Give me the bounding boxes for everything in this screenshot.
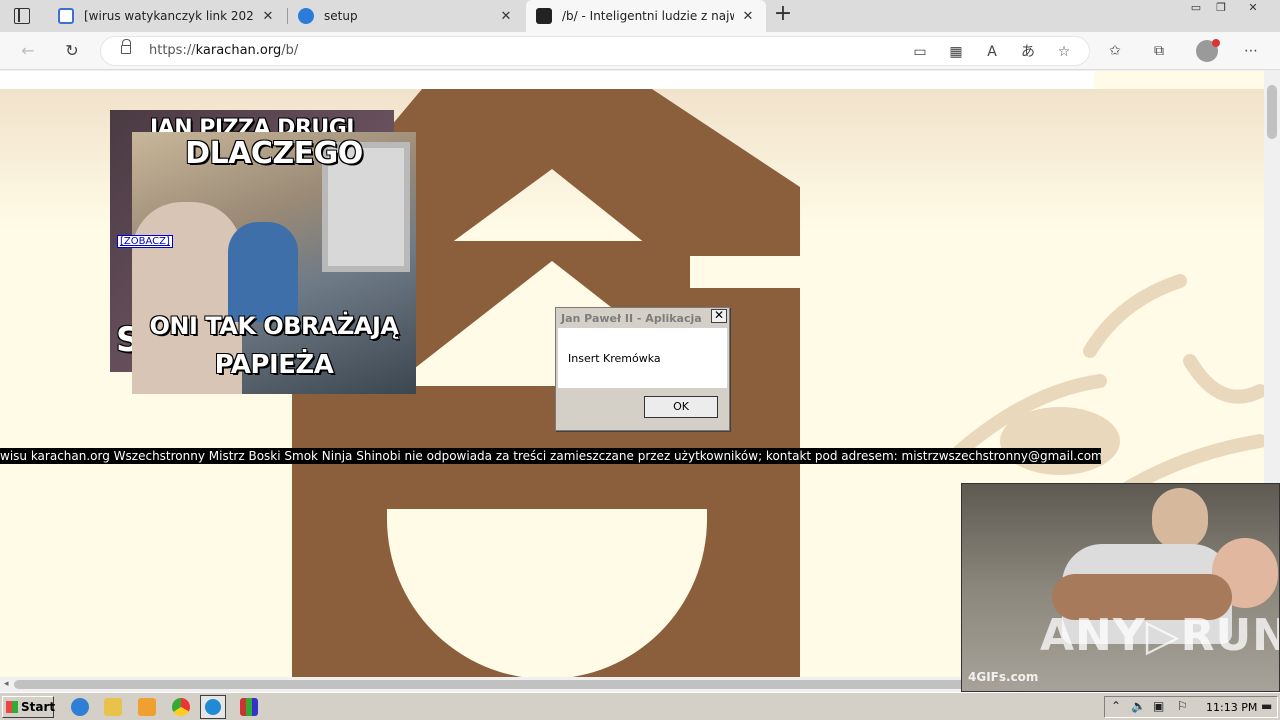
scrolling-disclaimer-ticker: wisu karachan.org Wszechstronny Mistrz B… [0, 448, 1101, 464]
show-desktop-icon[interactable]: ▬ [1261, 699, 1272, 713]
anyrun-watermark: ANY▷RUN [1040, 610, 1280, 661]
ok-button[interactable]: OK [644, 396, 718, 418]
page-favicon-icon [58, 8, 74, 24]
meme-caption: DLACZEGO [185, 136, 363, 171]
chrome-icon[interactable] [172, 698, 190, 716]
collections-icon[interactable]: ⧉ [1150, 42, 1168, 60]
windows-taskbar: Start ⌃ 🔈 ▣ ⚐ ▬ 11:13 PM [0, 692, 1280, 720]
tab-actions-icon[interactable] [14, 8, 30, 24]
scroll-left-icon[interactable]: ◂ [4, 679, 9, 689]
address-bar[interactable]: https://karachan.org/b/ ▭ ▦ A あ ☆ [100, 36, 1090, 66]
close-icon[interactable]: ✕ [711, 309, 727, 323]
vertical-scroll-thumb[interactable] [1267, 85, 1277, 139]
back-arrow-icon[interactable]: ← [16, 39, 40, 63]
profile-avatar[interactable] [1196, 39, 1220, 62]
tab-setup[interactable]: setup ✕ [288, 0, 524, 32]
tab-title: [wirus watykanczyk link 2024 dow [84, 9, 254, 23]
close-tab-icon[interactable]: ✕ [740, 9, 756, 24]
close-tab-icon[interactable]: ✕ [498, 9, 514, 24]
tab-title: setup [324, 9, 358, 23]
dialog-title: Jan Paweł II - Aplikacja [558, 310, 727, 328]
edge-icon [205, 699, 221, 715]
read-aloud-icon[interactable]: A [983, 43, 1001, 61]
meme-caption: ONI TAK OBRAŻAJĄ [149, 312, 399, 340]
meme-image-front[interactable]: DLACZEGO ONI TAK OBRAŻAJĄ PAPIEŻA [132, 132, 416, 394]
tab-title: /b/ - Inteligentni ludzie z najwyż [562, 9, 734, 23]
person-shape [228, 222, 298, 322]
close-tab-icon[interactable]: ✕ [260, 9, 276, 24]
alert-dialog: Jan Paweł II - Aplikacja ✕ Insert Kremów… [555, 307, 730, 431]
windows-flag-icon [6, 701, 18, 713]
new-tab-plus-icon[interactable]: + [772, 3, 794, 26]
restore-icon[interactable]: ❐ [1208, 0, 1234, 18]
minimize-icon[interactable]: ▭ [1183, 0, 1209, 18]
app-icon[interactable] [240, 698, 258, 716]
face-shape [1152, 488, 1208, 550]
refresh-icon[interactable]: ↻ [60, 39, 84, 63]
dialog-message-text: Insert Kremówka [568, 352, 661, 365]
network-icon[interactable]: ▣ [1153, 699, 1164, 713]
volume-icon[interactable]: 🔈 [1131, 699, 1146, 713]
start-label: Start [21, 700, 56, 714]
start-button[interactable]: Start [2, 696, 56, 718]
tab-karachan[interactable]: /b/ - Inteligentni ludzie z najwyż ✕ [526, 0, 766, 32]
url-text: https://karachan.org/b/ [149, 43, 299, 58]
meme-caption: PAPIEŻA [214, 350, 334, 380]
zobacz-link[interactable]: [ZOBACZ] [117, 235, 173, 248]
top-strip [0, 71, 1094, 89]
close-window-icon[interactable]: ✕ [1240, 0, 1266, 18]
chevron-up-icon[interactable]: ⌃ [1111, 699, 1121, 713]
taskbar-clock[interactable]: 11:13 PM [1206, 701, 1257, 714]
dialog-message: Insert Kremówka [558, 328, 727, 388]
qr-code-icon[interactable]: ▦ [947, 43, 965, 61]
edge-taskbar-button[interactable] [200, 695, 226, 719]
file-explorer-icon[interactable] [104, 698, 122, 716]
more-menu-icon[interactable]: ⋯ [1242, 42, 1260, 60]
gifs-watermark: 4GIFs.com [968, 670, 1039, 684]
flag-icon[interactable]: ⚐ [1177, 699, 1188, 713]
internet-explorer-icon[interactable] [71, 698, 89, 716]
favorites-icon[interactable]: ✩ [1106, 42, 1124, 60]
karachan-favicon-icon [536, 8, 552, 24]
horizontal-scroll-thumb[interactable] [14, 680, 1014, 689]
app-available-icon[interactable]: ▭ [911, 43, 929, 61]
translate-icon[interactable]: あ [1019, 43, 1037, 61]
add-favorite-icon[interactable]: ☆ [1055, 43, 1073, 61]
tab-wirus[interactable]: [wirus watykanczyk link 2024 dow ✕ [48, 0, 286, 32]
hut-gap-shape [690, 256, 800, 288]
floating-video-gif[interactable]: ANY▷RUN 4GIFs.com [961, 483, 1280, 692]
lock-icon [121, 39, 131, 54]
media-player-icon[interactable] [138, 698, 156, 716]
browser-tab-strip: [wirus watykanczyk link 2024 dow ✕ setup… [0, 0, 1280, 32]
browser-toolbar: ← ↻ https://karachan.org/b/ ▭ ▦ A あ ☆ ✩ … [0, 32, 1280, 70]
edge-favicon-icon [298, 8, 314, 24]
